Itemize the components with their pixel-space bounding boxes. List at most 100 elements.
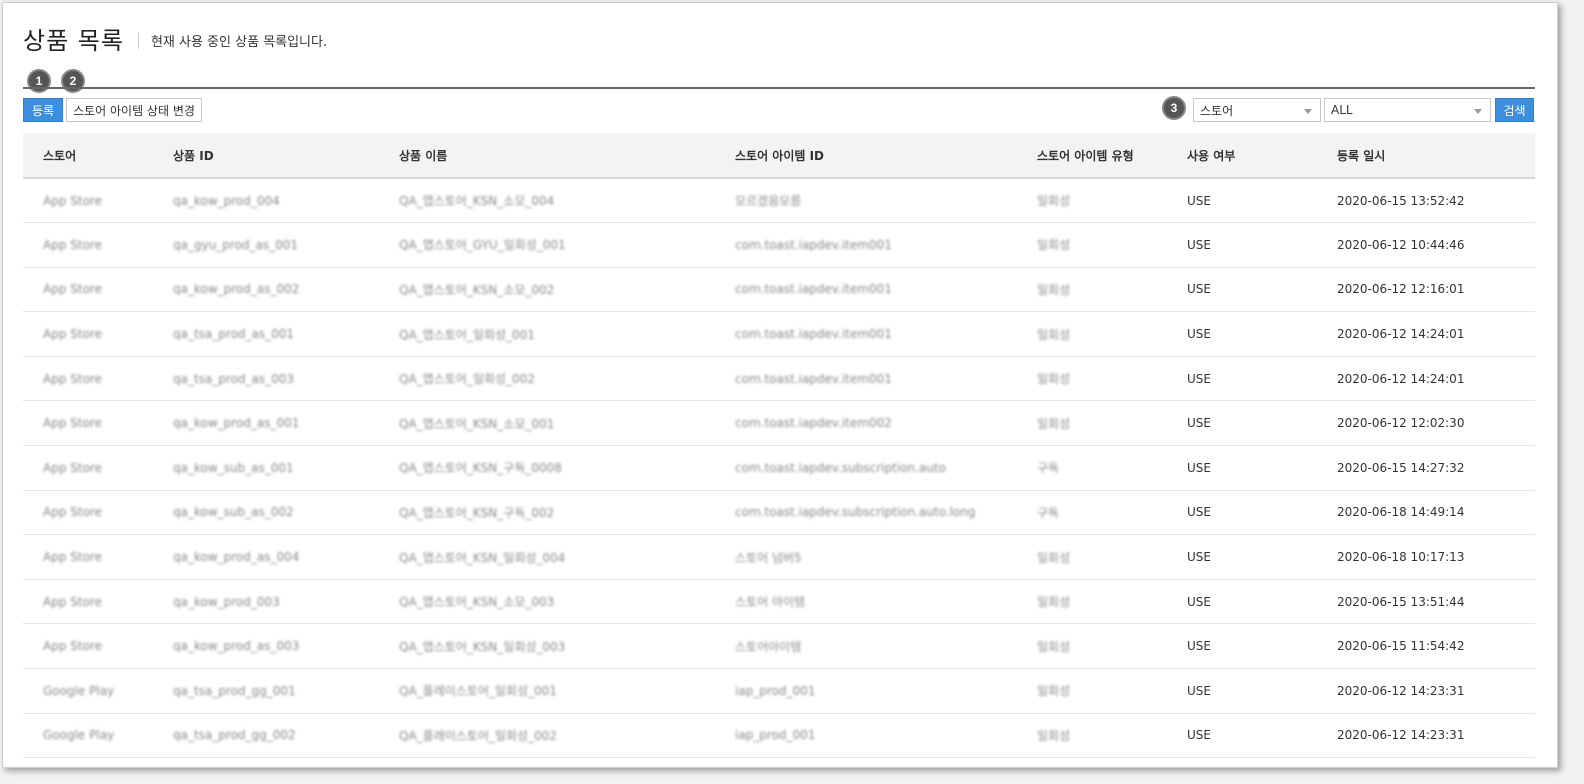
cell-product-id: qa_tsa_prod_as_003 [173,371,295,386]
cell-registered-at: 2020-06-12 14:23:31 [1337,728,1465,743]
cell-product-id: qa_kow_prod_003 [173,594,280,609]
cell-usage: USE [1187,594,1211,609]
chevron-down-icon [1304,109,1312,114]
cell-registered-at: 2020-06-15 14:27:32 [1337,460,1465,475]
cell-product-id: qa_kow_prod_as_004 [173,550,300,565]
cell-usage: USE [1187,371,1211,386]
cell-product-name: QA_앱스토어_KSN_구독_002 [399,505,555,520]
cell-store-item-id: iap_prod_001 [735,728,816,743]
table-row[interactable]: App Store qa_kow_prod_as_003 QA_앱스토어_KSN_일… [23,624,1535,669]
cell-product-id: qa_kow_sub_as_001 [173,460,294,475]
cell-store: Google Play [43,683,115,698]
cell-product-id: qa_tsa_prod_gg_001 [173,683,296,698]
callout-badge-1: 1 [27,69,51,93]
cell-store-item-type: 일회성 [1037,238,1071,253]
cell-product-name: QA_플레이스토어_일회성_002 [399,728,557,743]
table-row[interactable]: Google Play qa_tsa_prod_gg_001 QA_플레이스토어_일… [23,669,1535,714]
cell-registered-at: 2020-06-15 11:54:42 [1337,639,1465,654]
store-filter-select[interactable]: 스토어 [1193,98,1321,122]
cell-store: Google Play [43,728,115,743]
cell-registered-at: 2020-06-18 14:49:14 [1337,505,1465,520]
table-row[interactable]: App Store qa_tsa_prod_as_001 QA_앱스토어_일회성_0… [23,312,1535,357]
type-filter-select[interactable]: ALL [1324,98,1491,122]
cell-store-item-type: 일회성 [1037,684,1071,699]
cell-store: App Store [43,282,102,297]
column-header-store[interactable]: 스토어 [23,133,173,178]
cell-store-item-type: 일회성 [1037,282,1071,297]
cell-product-id: qa_kow_prod_as_001 [173,416,300,431]
table-row[interactable]: App Store qa_kow_prod_003 QA_앱스토어_KSN_소모_0… [23,579,1535,624]
table-row[interactable]: App Store qa_gyu_prod_as_001 QA_앱스토어_GYU_일… [23,223,1535,268]
page-title: 상품 목록 [23,27,124,55]
table-row[interactable]: App Store qa_kow_prod_004 QA_앱스토어_KSN_소모_0… [23,178,1535,223]
cell-product-id: qa_tsa_prod_gg_002 [173,728,296,743]
title-separator [137,32,139,49]
cell-usage: USE [1187,327,1211,342]
cell-store-item-type: 일회성 [1037,595,1071,610]
table-row[interactable]: App Store qa_kow_prod_as_002 QA_앱스토어_KSN_소… [23,267,1535,312]
cell-registered-at: 2020-06-18 10:17:13 [1337,550,1465,565]
cell-store-item-id: com.toast.iapdev.item001 [735,327,892,342]
callout-badge-2: 2 [61,69,85,93]
table-row[interactable]: App Store qa_tsa_prod_as_003 QA_앱스토어_일회성_0… [23,356,1535,401]
column-header-product-name[interactable]: 상품 이름 [399,133,735,178]
cell-store-item-id: iap_prod_001 [735,683,816,698]
cell-product-name: QA_앱스토어_KSN_소모_002 [399,282,555,297]
column-header-store-item-id[interactable]: 스토어 아이템 ID [735,133,1037,178]
cell-store-item-type: 구독 [1037,461,1060,476]
cell-store-item-type: 일회성 [1037,728,1071,743]
column-header-registered-at[interactable]: 등록 일시 [1337,133,1535,178]
cell-registered-at: 2020-06-12 14:24:01 [1337,327,1465,342]
search-button[interactable]: 검색 [1495,98,1534,122]
type-filter-value: ALL [1331,103,1353,117]
cell-store-item-id: com.toast.iapdev.subscription.auto.long [735,505,976,520]
cell-store-item-type: 일회성 [1037,194,1071,209]
cell-usage: USE [1187,683,1211,698]
cell-usage: USE [1187,505,1211,520]
cell-store: App Store [43,416,102,431]
cell-registered-at: 2020-06-12 12:16:01 [1337,282,1465,297]
cell-usage: USE [1187,728,1211,743]
cell-usage: USE [1187,416,1211,431]
cell-product-id: qa_gyu_prod_as_001 [173,237,299,252]
cell-product-id: qa_kow_sub_as_002 [173,505,294,520]
cell-product-name: QA_플레이스토어_일회성_001 [399,684,557,699]
cell-store: App Store [43,237,102,252]
cell-store-item-type: 일회성 [1037,550,1071,565]
cell-store: App Store [43,193,102,208]
cell-store-item-id: com.toast.iapdev.item001 [735,282,892,297]
app-window: 상품 목록 현재 사용 중인 상품 목록입니다. 1 2 등록 스토어 아이템 … [2,2,1558,768]
cell-store-item-id: com.toast.iapdev.subscription.auto [735,460,946,475]
cell-product-name: QA_앱스토어_일회성_001 [399,327,535,342]
store-filter-value: 스토어 [1200,103,1234,118]
cell-product-id: qa_kow_prod_as_002 [173,282,300,297]
column-header-store-item-type[interactable]: 스토어 아이템 유형 [1037,133,1187,178]
cell-usage: USE [1187,282,1211,297]
table-body: App Store qa_kow_prod_004 QA_앱스토어_KSN_소모_0… [23,178,1535,758]
cell-store: App Store [43,460,102,475]
cell-product-id: qa_kow_prod_as_003 [173,639,300,654]
column-header-product-id[interactable]: 상품 ID [173,133,399,178]
table-row[interactable]: App Store qa_kow_prod_as_004 QA_앱스토어_KSN_일… [23,535,1535,580]
table-row[interactable]: App Store qa_kow_sub_as_002 QA_앱스토어_KSN_구독… [23,490,1535,535]
page-header: 상품 목록 현재 사용 중인 상품 목록입니다. [23,21,327,56]
table-row[interactable]: Google Play qa_tsa_prod_gg_002 QA_플레이스토어_일… [23,713,1535,758]
table-row[interactable]: App Store qa_kow_sub_as_001 QA_앱스토어_KSN_구독… [23,446,1535,491]
cell-store-item-type: 일회성 [1037,372,1071,387]
cell-usage: USE [1187,237,1211,252]
cell-product-name: QA_앱스토어_KSN_일회성_004 [399,550,566,565]
cell-product-name: QA_앱스토어_KSN_소모_001 [399,416,555,431]
cell-store: App Store [43,639,102,654]
column-header-usage[interactable]: 사용 여부 [1187,133,1337,178]
register-button[interactable]: 등록 [23,98,63,122]
cell-store-item-id: 스토어 넘버5 [735,550,802,565]
cell-usage: USE [1187,460,1211,475]
table-row[interactable]: App Store qa_kow_prod_as_001 QA_앱스토어_KSN_소… [23,401,1535,446]
cell-store: App Store [43,550,102,565]
change-store-item-status-button[interactable]: 스토어 아이템 상태 변경 [66,98,202,122]
cell-store: App Store [43,505,102,520]
cell-registered-at: 2020-06-12 12:02:30 [1337,416,1465,431]
cell-usage: USE [1187,193,1211,208]
cell-registered-at: 2020-06-12 14:23:31 [1337,683,1465,698]
cell-usage: USE [1187,550,1211,565]
